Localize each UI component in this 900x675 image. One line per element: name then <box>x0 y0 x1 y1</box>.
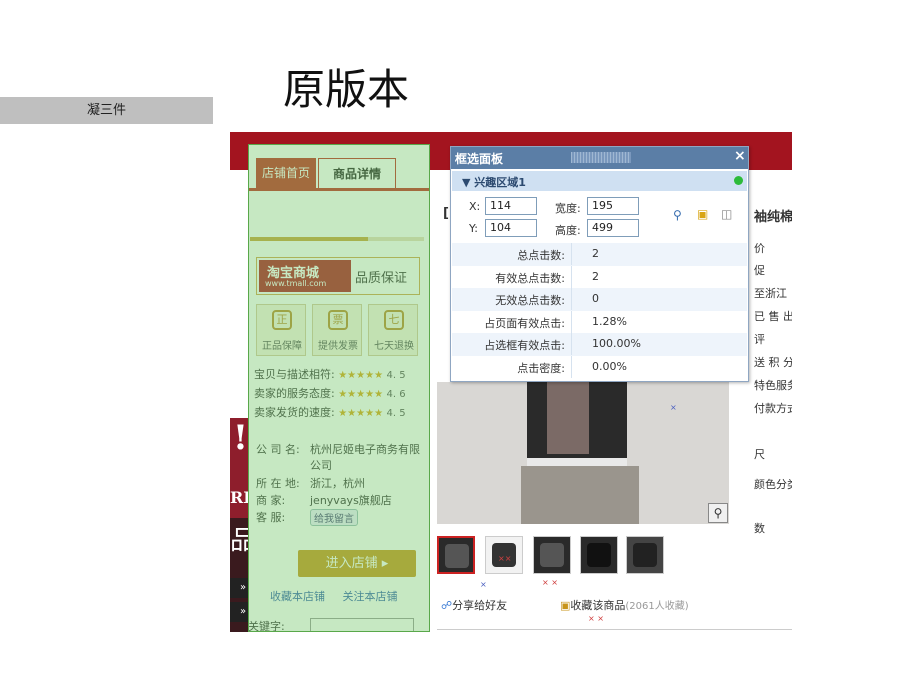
product-image[interactable] <box>437 382 729 524</box>
thumbnail-image <box>540 543 564 567</box>
drag-handle-icon[interactable] <box>571 152 631 163</box>
banner-exclaim: ! <box>233 418 248 458</box>
share-to-friend[interactable]: ☍分享给好友 <box>441 597 507 613</box>
click-marker: × <box>480 580 487 589</box>
width-label: 宽度: <box>555 202 581 215</box>
close-icon[interactable]: × <box>734 148 746 164</box>
thumbnail-5[interactable] <box>626 536 664 574</box>
favorite-product[interactable]: ▣收藏该商品(2061人收藏) <box>560 597 689 613</box>
click-marker: × <box>670 403 677 412</box>
stat-label: 占选框有效点击: <box>484 339 565 352</box>
status-dot-icon <box>734 176 743 185</box>
panel-header[interactable]: 框选面板 × <box>451 147 748 169</box>
panel-title: 框选面板 <box>455 152 504 166</box>
stat-value: 2 <box>592 247 599 260</box>
y-input[interactable]: 104 <box>485 219 537 237</box>
thumbnail-3[interactable] <box>533 536 571 574</box>
stat-row: 有效总点击数: 2 <box>452 265 747 289</box>
share-icon: ☍ <box>441 599 453 612</box>
points-label: 送 积 分 <box>754 356 792 369</box>
stat-label: 总点击数: <box>517 249 565 262</box>
stat-value: 100.00% <box>592 337 641 350</box>
search-icon[interactable]: ⚲ <box>673 208 682 222</box>
trash-icon[interactable]: ◫ <box>721 207 732 221</box>
width-input[interactable]: 195 <box>587 197 639 215</box>
thumbnail-image <box>587 543 611 567</box>
thumbnail-1[interactable] <box>437 536 475 574</box>
stat-row: 总点击数: 2 <box>452 243 747 266</box>
favorite-count: (2061人收藏) <box>625 601 689 612</box>
divider <box>437 629 792 630</box>
screenshot-area: ! RK 品 » » 店铺首页 商品详情 淘宝商城 www.tmall.com … <box>230 132 792 632</box>
slide-title: 原版本 <box>283 65 410 114</box>
click-stats: 总点击数: 2 有效总点击数: 2 无效总点击数: 0 占页面有效点击: 1.28% 占… <box>452 243 747 378</box>
color-label: 颜色分类 <box>754 478 792 491</box>
stat-row: 无效总点击数: 0 <box>452 288 747 311</box>
stat-value: 0.00% <box>592 359 627 373</box>
interest-region-header[interactable]: ▼ 兴趣区域1 <box>452 171 747 191</box>
image-pants <box>521 466 639 524</box>
stat-label: 占页面有效点击: <box>484 316 565 330</box>
product-title-fragment: 袖纯棉 <box>754 210 792 225</box>
ship-to-label: 至浙江 <box>754 287 787 300</box>
height-input[interactable]: 499 <box>587 219 639 237</box>
y-label: Y: <box>469 222 478 235</box>
click-marker: ×× <box>498 554 512 563</box>
click-marker: × × <box>542 578 558 587</box>
size-label: 尺 <box>754 448 765 461</box>
share-label: 分享给好友 <box>452 599 508 612</box>
thumbnail-4[interactable] <box>580 536 618 574</box>
promo-label: 促 <box>754 264 765 277</box>
review-label: 评 <box>754 333 765 346</box>
special-service-label: 特色服务 <box>754 379 792 392</box>
lock-icon[interactable]: ▣ <box>697 207 708 221</box>
selection-box-overlay[interactable] <box>248 144 430 632</box>
favorite-label: 收藏该商品 <box>570 599 626 612</box>
x-input[interactable]: 114 <box>485 197 537 215</box>
stat-row: 点击密度: 0.00% <box>452 355 747 379</box>
height-label: 高度: <box>555 224 581 237</box>
quantity-label: 数 <box>754 522 765 535</box>
sold-label: 已 售 出 <box>754 310 792 323</box>
selection-panel: 框选面板 × ▼ 兴趣区域1 X: 114 宽度: 195 Y: 104 高度:… <box>450 146 749 382</box>
stat-value: 2 <box>592 269 599 283</box>
image-shirt <box>547 382 589 454</box>
click-marker: × × <box>588 614 604 623</box>
stat-label: 无效总点击数: <box>495 294 565 307</box>
price-label: 价 <box>754 242 765 255</box>
stat-value: 1.28% <box>592 314 627 328</box>
stat-label: 有效总点击数: <box>495 271 565 285</box>
side-tag: 凝三件 <box>0 97 213 124</box>
region-title: ▼ 兴趣区域1 <box>462 176 526 189</box>
stat-row: 占选框有效点击: 100.00% <box>452 333 747 356</box>
x-label: X: <box>469 200 481 213</box>
product-title-bracket: [ <box>443 206 449 221</box>
thumbnail-image <box>445 544 469 568</box>
stat-row: 占页面有效点击: 1.28% <box>452 310 747 334</box>
stat-value: 0 <box>592 292 599 305</box>
stat-label: 点击密度: <box>517 361 565 375</box>
zoom-icon[interactable]: ⚲ <box>708 503 728 523</box>
thumbnail-image <box>633 543 657 567</box>
payment-label: 付款方式 <box>754 402 792 415</box>
folder-icon: ▣ <box>560 599 571 612</box>
slide: 原版本 凝三件 ! RK 品 » » 店铺首页 商品详情 淘宝商城 www.tm… <box>0 0 900 675</box>
